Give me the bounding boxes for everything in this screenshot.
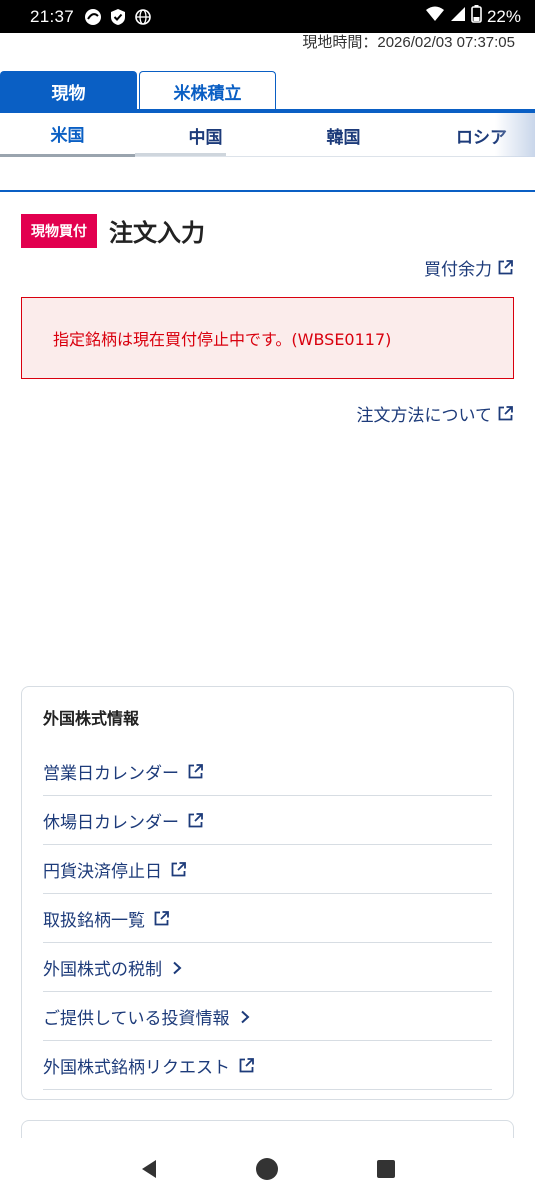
home-button[interactable] <box>247 1149 287 1189</box>
info-item-label: 外国株式の税制 <box>43 959 162 980</box>
buying-power-label: 買付余力 <box>424 260 492 280</box>
shield-icon <box>109 8 127 26</box>
recents-button[interactable] <box>366 1149 406 1189</box>
external-link-icon <box>170 861 187 878</box>
info-item-label: 円貨決済停止日 <box>43 861 162 882</box>
buying-power-link[interactable]: 買付余力 <box>424 255 514 280</box>
info-item-label: 取扱銘柄一覧 <box>43 910 145 931</box>
info-item-label: ご提供している投資情報 <box>43 1008 230 1029</box>
tab-market-china[interactable]: 中国 <box>138 113 273 157</box>
tab-scroll-fade <box>495 113 535 157</box>
tab-scroll-indicator <box>135 153 226 156</box>
external-link-icon <box>497 259 514 276</box>
order-method-link[interactable]: 注文方法について <box>357 401 515 426</box>
page-title: 注文入力 <box>109 219 205 247</box>
external-link-icon <box>497 405 514 422</box>
battery-level: 22% <box>486 6 521 26</box>
external-link-icon <box>238 1057 255 1074</box>
tab-market-us[interactable]: 米国 <box>0 113 135 157</box>
info-item-yen-settlement-stop[interactable]: 円貨決済停止日 <box>43 845 492 894</box>
info-item-label: 休場日カレンダー <box>43 812 179 833</box>
back-button[interactable] <box>129 1149 169 1189</box>
info-item-tax[interactable]: 外国株式の税制 <box>43 943 492 992</box>
battery-icon <box>471 5 482 28</box>
external-link-icon <box>187 812 204 829</box>
chevron-right-icon <box>170 960 184 975</box>
tab-us-stock-accumulation[interactable]: 米株積立 <box>139 71 276 111</box>
info-item-label: 外国株式銘柄リクエスト <box>43 1057 230 1078</box>
wifi-icon <box>425 6 445 27</box>
location-icon <box>84 8 102 26</box>
order-method-label: 注文方法について <box>356 406 493 426</box>
local-time: 現地時間：2026/02/03 07:37:05 <box>302 34 515 51</box>
external-link-icon <box>187 763 204 780</box>
tab-spot[interactable]: 現物 <box>0 71 137 111</box>
info-item-business-calendar[interactable]: 営業日カレンダー <box>43 747 492 796</box>
info-card-title: 外国株式情報 <box>43 709 140 728</box>
system-nav-bar <box>0 1138 535 1200</box>
external-link-icon <box>153 910 170 927</box>
section-divider <box>0 190 535 192</box>
tab-market-korea[interactable]: 韓国 <box>276 113 411 157</box>
globe-icon <box>134 8 152 26</box>
error-message-box: 指定銘柄は現在買付停止中です。(WBSE0117) <box>21 297 514 379</box>
signal-icon <box>450 6 466 27</box>
status-time: 21:37 <box>30 6 75 26</box>
status-bar: 21:37 22% <box>0 0 535 33</box>
info-item-stock-request[interactable]: 外国株式銘柄リクエスト <box>43 1041 492 1090</box>
chevron-right-icon <box>238 1009 252 1024</box>
product-tabs: 現物 米株積立 <box>0 71 535 111</box>
foreign-stock-info-card: 外国株式情報 営業日カレンダー 休場日カレンダー 円貨決済停止日 取扱銘柄一覧 … <box>21 686 514 1100</box>
order-header: 現物買付 注文入力 <box>21 213 205 248</box>
market-tabs: 米国 中国 韓国 ロシア <box>0 113 535 157</box>
info-item-holiday-calendar[interactable]: 休場日カレンダー <box>43 796 492 845</box>
error-message: 指定銘柄は現在買付停止中です。(WBSE0117) <box>53 330 392 349</box>
info-item-label: 営業日カレンダー <box>43 763 179 784</box>
info-item-investment-info[interactable]: ご提供している投資情報 <box>43 992 492 1041</box>
info-item-stock-list[interactable]: 取扱銘柄一覧 <box>43 894 492 943</box>
order-type-badge: 現物買付 <box>21 213 97 248</box>
